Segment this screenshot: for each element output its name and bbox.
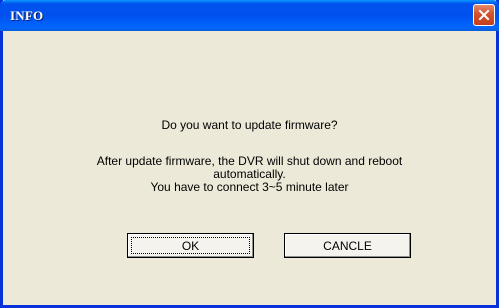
cancel-label: CANCLE [323,238,372,253]
cancel-button[interactable]: CANCLE [284,233,411,258]
close-button[interactable] [473,4,495,26]
close-icon [478,9,490,21]
info-dialog: INFO Do you want to update firmware? Aft… [0,0,499,308]
ok-button[interactable]: OK [127,233,254,258]
dialog-body: Do you want to update firmware? After up… [3,31,496,305]
title-bar[interactable]: INFO [0,0,499,31]
question-text: Do you want to update firmware? [161,118,338,132]
focus-ring [131,237,250,254]
window-title: INFO [10,8,44,23]
message-line: You have to connect 3~5 minute later [150,180,349,194]
message-text: After update firmware, the DVR will shut… [3,155,496,194]
